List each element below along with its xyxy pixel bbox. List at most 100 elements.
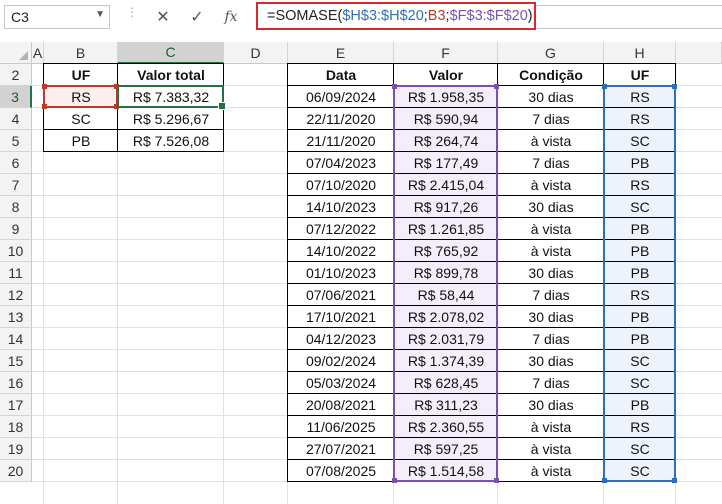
table-header-valor[interactable]: Valor [394, 64, 498, 86]
table-cell-data[interactable]: 21/11/2020 [288, 130, 394, 152]
table-header-data[interactable]: Data [288, 64, 394, 86]
name-box[interactable]: C3 ▼ [4, 5, 110, 29]
table-header-condicao[interactable]: Condição [498, 64, 604, 86]
table-cell-uf[interactable]: SC [604, 196, 676, 218]
summary-header-uf[interactable]: UF [44, 64, 118, 86]
drag-handle-icon[interactable]: ⋮ [126, 6, 138, 27]
table-cell-valor[interactable]: R$ 1.261,85 [394, 218, 498, 240]
table-cell-condicao[interactable]: à vista [498, 130, 604, 152]
column-header-c[interactable]: C [118, 42, 224, 64]
summary-valor-cell[interactable]: R$ 5.296,67 [118, 108, 224, 130]
table-cell-condicao[interactable]: 30 dias [498, 196, 604, 218]
table-cell-data[interactable]: 22/11/2020 [288, 108, 394, 130]
table-cell-data[interactable]: 14/10/2023 [288, 196, 394, 218]
table-cell-uf[interactable]: PB [604, 328, 676, 350]
table-cell-valor[interactable]: R$ 590,94 [394, 108, 498, 130]
table-cell-condicao[interactable]: 7 dias [498, 284, 604, 306]
column-header-f[interactable]: F [394, 42, 498, 64]
table-cell-condicao[interactable]: 30 dias [498, 350, 604, 372]
table-cell-valor[interactable]: R$ 2.415,04 [394, 174, 498, 196]
table-cell-data[interactable]: 11/06/2025 [288, 416, 394, 438]
table-cell-condicao[interactable]: 7 dias [498, 372, 604, 394]
table-cell-condicao[interactable]: 7 dias [498, 108, 604, 130]
table-cell-uf[interactable]: SC [604, 460, 676, 482]
table-cell-data[interactable]: 14/10/2022 [288, 240, 394, 262]
column-header-h[interactable]: H [604, 42, 676, 64]
fx-icon[interactable]: fx [214, 9, 248, 25]
table-cell-data[interactable]: 05/03/2024 [288, 372, 394, 394]
table-header-uf[interactable]: UF [604, 64, 676, 86]
column-header-overflow[interactable] [676, 42, 722, 64]
row-header-18[interactable]: 18 [0, 416, 32, 438]
cross-icon[interactable]: ✕ [146, 7, 180, 27]
table-cell-valor[interactable]: R$ 2.078,02 [394, 306, 498, 328]
table-cell-data[interactable]: 06/09/2024 [288, 86, 394, 108]
table-cell-data[interactable]: 07/06/2021 [288, 284, 394, 306]
table-cell-data[interactable]: 20/08/2021 [288, 394, 394, 416]
table-cell-uf[interactable]: PB [604, 152, 676, 174]
summary-uf-cell[interactable]: PB [44, 130, 118, 152]
table-cell-valor[interactable]: R$ 1.374,39 [394, 350, 498, 372]
table-cell-condicao[interactable]: 7 dias [498, 328, 604, 350]
column-header-e[interactable]: E [288, 42, 394, 64]
table-cell-valor[interactable]: R$ 58,44 [394, 284, 498, 306]
row-header-9[interactable]: 9 [0, 218, 32, 240]
row-header-14[interactable]: 14 [0, 328, 32, 350]
row-header-16[interactable]: 16 [0, 372, 32, 394]
row-header-12[interactable]: 12 [0, 284, 32, 306]
table-cell-condicao[interactable]: à vista [498, 174, 604, 196]
table-cell-uf[interactable]: SC [604, 372, 676, 394]
row-header-4[interactable]: 4 [0, 108, 32, 130]
table-cell-condicao[interactable]: 30 dias [498, 394, 604, 416]
check-icon[interactable]: ✓ [180, 7, 214, 27]
table-cell-uf[interactable]: SC [604, 350, 676, 372]
summary-header-valor-total[interactable]: Valor total [118, 64, 224, 86]
table-cell-valor[interactable]: R$ 177,49 [394, 152, 498, 174]
row-header-11[interactable]: 11 [0, 262, 32, 284]
summary-valor-cell[interactable]: R$ 7.383,32 [118, 86, 224, 108]
table-cell-valor[interactable]: R$ 917,26 [394, 196, 498, 218]
table-cell-uf[interactable]: PB [604, 394, 676, 416]
table-cell-valor[interactable]: R$ 2.031,79 [394, 328, 498, 350]
table-cell-uf[interactable]: PB [604, 240, 676, 262]
table-cell-condicao[interactable]: à vista [498, 438, 604, 460]
table-cell-uf[interactable]: SC [604, 438, 676, 460]
table-cell-uf[interactable]: SC [604, 130, 676, 152]
formula-input[interactable]: =SOMASE($H$3:$H$20; B3; $F$3:$F$20) [256, 2, 536, 30]
table-cell-condicao[interactable]: à vista [498, 460, 604, 482]
row-header-19[interactable]: 19 [0, 438, 32, 460]
summary-uf-cell[interactable]: RS [44, 86, 118, 108]
table-cell-data[interactable]: 04/12/2023 [288, 328, 394, 350]
row-header-15[interactable]: 15 [0, 350, 32, 372]
table-cell-condicao[interactable]: 7 dias [498, 152, 604, 174]
table-cell-condicao[interactable]: 30 dias [498, 86, 604, 108]
table-cell-uf[interactable]: PB [604, 218, 676, 240]
table-cell-condicao[interactable]: à vista [498, 218, 604, 240]
table-cell-condicao[interactable]: 30 dias [498, 262, 604, 284]
row-header-2[interactable]: 2 [0, 64, 32, 86]
table-cell-data[interactable]: 17/10/2021 [288, 306, 394, 328]
row-header-3[interactable]: 3 [0, 86, 32, 108]
row-header-7[interactable]: 7 [0, 174, 32, 196]
chevron-down-icon[interactable]: ▼ [95, 9, 105, 20]
table-cell-condicao[interactable]: 30 dias [498, 306, 604, 328]
column-header-b[interactable]: B [44, 42, 118, 64]
table-cell-data[interactable]: 07/10/2020 [288, 174, 394, 196]
table-cell-data[interactable]: 07/08/2025 [288, 460, 394, 482]
table-cell-valor[interactable]: R$ 311,23 [394, 394, 498, 416]
table-cell-data[interactable]: 09/02/2024 [288, 350, 394, 372]
table-cell-valor[interactable]: R$ 1.958,35 [394, 86, 498, 108]
summary-uf-cell[interactable]: SC [44, 108, 118, 130]
column-header-a[interactable]: A [32, 42, 44, 64]
table-cell-valor[interactable]: R$ 765,92 [394, 240, 498, 262]
table-cell-uf[interactable]: RS [604, 284, 676, 306]
row-header-10[interactable]: 10 [0, 240, 32, 262]
table-cell-data[interactable]: 27/07/2021 [288, 438, 394, 460]
table-cell-uf[interactable]: RS [604, 416, 676, 438]
row-header-13[interactable]: 13 [0, 306, 32, 328]
column-header-g[interactable]: G [498, 42, 604, 64]
table-cell-uf[interactable]: RS [604, 174, 676, 196]
table-cell-uf[interactable]: PB [604, 262, 676, 284]
formula-input-extension[interactable] [536, 5, 722, 29]
table-cell-uf[interactable]: RS [604, 86, 676, 108]
